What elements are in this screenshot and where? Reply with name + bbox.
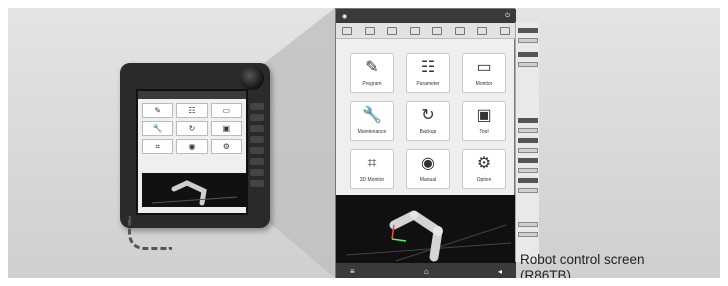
mini-tile: ▣: [210, 121, 242, 136]
tool-label: Tool: [479, 129, 489, 135]
manual-button[interactable]: ◉ Manual: [406, 149, 450, 189]
toolbar-button[interactable]: [364, 26, 375, 35]
figure-caption: Robot control screen (R86TB): [520, 252, 645, 278]
backup-icon: ↻: [421, 107, 435, 124]
pendant-screen: ✎ ☷ ▭ 🔧 ↻ ▣ ⌗ ◉ ⚙: [136, 89, 248, 215]
mini-tile: ☷: [176, 103, 208, 118]
monitor-label: Monitor: [475, 81, 493, 87]
bottom-navigation-bar: ≡ ⌂ ◂: [336, 263, 516, 278]
pendant-3d-view: [142, 173, 246, 207]
gear-icon: ⚙: [476, 155, 492, 172]
mini-tile: ▭: [210, 103, 242, 118]
caption-line-2: (R86TB): [520, 268, 572, 278]
pendant-cable: [128, 216, 172, 250]
toolbar-button[interactable]: [342, 26, 353, 35]
3d-monitor-icon: ⌗: [367, 155, 377, 172]
toolbar-button[interactable]: [387, 26, 398, 35]
mini-tile: ✎: [142, 103, 174, 118]
parameter-button[interactable]: ☷ Parameter: [406, 53, 450, 93]
mini-tile: 🔧: [142, 121, 174, 136]
back-icon[interactable]: ◂: [498, 267, 502, 276]
caption-line-1: Robot control screen: [520, 252, 645, 267]
wrench-icon: 🔧: [362, 107, 382, 124]
robot-arm-image: [345, 210, 512, 262]
program-button[interactable]: ✎ Program: [350, 53, 394, 93]
teaching-pendant: ✎ ☷ ▭ 🔧 ↻ ▣ ⌗ ◉ ⚙: [120, 63, 270, 228]
monitor-icon: ▭: [476, 59, 492, 76]
parameter-label: Parameter: [416, 81, 440, 87]
toolbar-button[interactable]: [432, 26, 443, 35]
parameter-icon: ☷: [420, 59, 436, 76]
program-icon: ✎: [365, 59, 379, 76]
mini-tile: ↻: [176, 121, 208, 136]
program-label: Program: [362, 81, 382, 87]
mini-tile: ⚙: [210, 139, 242, 154]
product-illustration: ✎ ☷ ▭ 🔧 ↻ ▣ ⌗ ◉ ⚙ ◉ ⏻ ✎ Program ☷ Parame…: [8, 8, 720, 278]
pendant-side-buttons: [250, 103, 264, 213]
pendant-menu-grid: ✎ ☷ ▭ 🔧 ↻ ▣ ⌗ ◉ ⚙: [138, 99, 246, 158]
maintenance-label: Maintenance: [357, 129, 387, 135]
toolbar-button[interactable]: [454, 26, 465, 35]
function-toolbar: [336, 23, 516, 39]
option-label: Option: [476, 177, 492, 183]
main-menu-grid: ✎ Program ☷ Parameter ▭ Monitor 🔧 Mainte…: [350, 53, 508, 193]
maintenance-button[interactable]: 🔧 Maintenance: [350, 101, 394, 141]
tool-button[interactable]: ▣ Tool: [462, 101, 506, 141]
robot-control-screen: ◉ ⏻ ✎ Program ☷ Parameter ▭ Monitor 🔧 Ma…: [335, 8, 516, 278]
mini-tile: ⌗: [142, 139, 174, 154]
monitor-button[interactable]: ▭ Monitor: [462, 53, 506, 93]
manual-label: Manual: [419, 177, 437, 183]
menu-icon[interactable]: ≡: [350, 267, 355, 276]
3d-monitor-button[interactable]: ⌗ 3D Monitor: [350, 149, 394, 189]
backup-label: Backup: [419, 129, 437, 135]
power-icon[interactable]: ⏻: [505, 13, 510, 20]
toolbar-button[interactable]: [477, 26, 488, 35]
emergency-stop-knob: [240, 66, 264, 90]
backup-button[interactable]: ↻ Backup: [406, 101, 450, 141]
right-status-panel: [515, 22, 539, 262]
toolbar-button[interactable]: [499, 26, 510, 35]
manual-icon: ◉: [421, 155, 435, 172]
status-bar: ◉ ⏻: [336, 9, 516, 23]
toolbox-icon: ▣: [476, 107, 492, 124]
home-icon[interactable]: ⌂: [424, 267, 429, 276]
option-button[interactable]: ⚙ Option: [462, 149, 506, 189]
3d-monitor-label: 3D Monitor: [359, 177, 385, 183]
robot-arm-image: [151, 180, 238, 206]
toolbar-button[interactable]: [409, 26, 420, 35]
mini-tile: ◉: [176, 139, 208, 154]
status-icon: ◉: [342, 13, 348, 20]
3d-robot-view[interactable]: [336, 195, 516, 263]
